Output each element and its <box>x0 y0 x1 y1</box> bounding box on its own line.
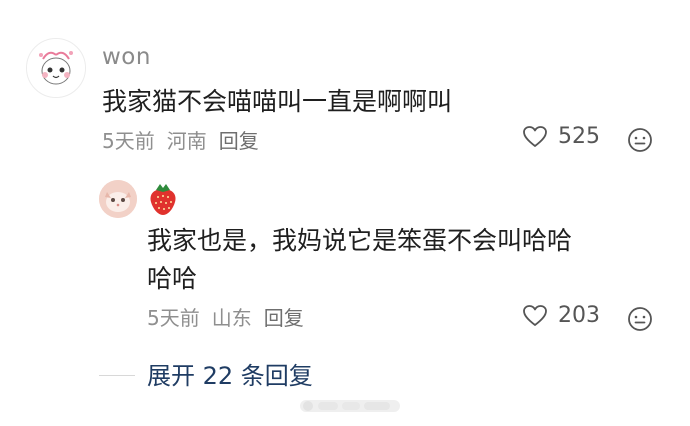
heart-icon <box>523 304 547 326</box>
cartoon-avatar-icon <box>27 39 85 97</box>
expand-divider <box>99 375 135 376</box>
comment-username[interactable]: won <box>102 44 151 70</box>
reply-location: 山东 <box>211 306 252 330</box>
dislike-button[interactable] <box>627 127 653 157</box>
like-button[interactable]: 525 <box>522 124 600 149</box>
comment-text: 我家猫不会喵喵叫一直是啊啊叫 <box>102 87 453 116</box>
reply-like-button[interactable]: 203 <box>522 303 600 328</box>
avatar[interactable] <box>26 38 86 98</box>
expand-replies-button[interactable]: 展开 22 条回复 <box>147 360 313 392</box>
reply-text-line-1: 我家也是，我妈说它是笨蛋不会叫哈哈 <box>147 226 573 255</box>
reply-username[interactable] <box>147 181 179 221</box>
face-icon <box>628 307 652 331</box>
reply-time: 5天前 <box>147 306 200 330</box>
strawberry-icon <box>150 184 176 215</box>
cat-photo-icon <box>99 180 137 218</box>
like-count: 525 <box>558 124 600 149</box>
reply-dislike-button[interactable] <box>627 306 653 336</box>
watermark-shape <box>300 400 400 412</box>
comment-time: 5天前 <box>102 129 155 153</box>
blurred-watermark <box>298 396 402 416</box>
comment-meta: 5天前 河南 回复 <box>102 126 259 156</box>
reply-button[interactable]: 回复 <box>219 126 259 156</box>
reply-avatar[interactable] <box>99 180 137 218</box>
reply-text-line-2: 哈哈 <box>147 264 198 293</box>
reply-meta: 5天前 山东 回复 <box>147 303 304 333</box>
reply-reply-button[interactable]: 回复 <box>264 303 304 333</box>
reply-like-count: 203 <box>558 303 600 328</box>
comment-location: 河南 <box>166 129 207 153</box>
face-icon <box>628 128 652 152</box>
reply-text: 我家也是，我妈说它是笨蛋不会叫哈哈 哈哈 <box>147 222 657 298</box>
heart-icon <box>523 125 547 147</box>
